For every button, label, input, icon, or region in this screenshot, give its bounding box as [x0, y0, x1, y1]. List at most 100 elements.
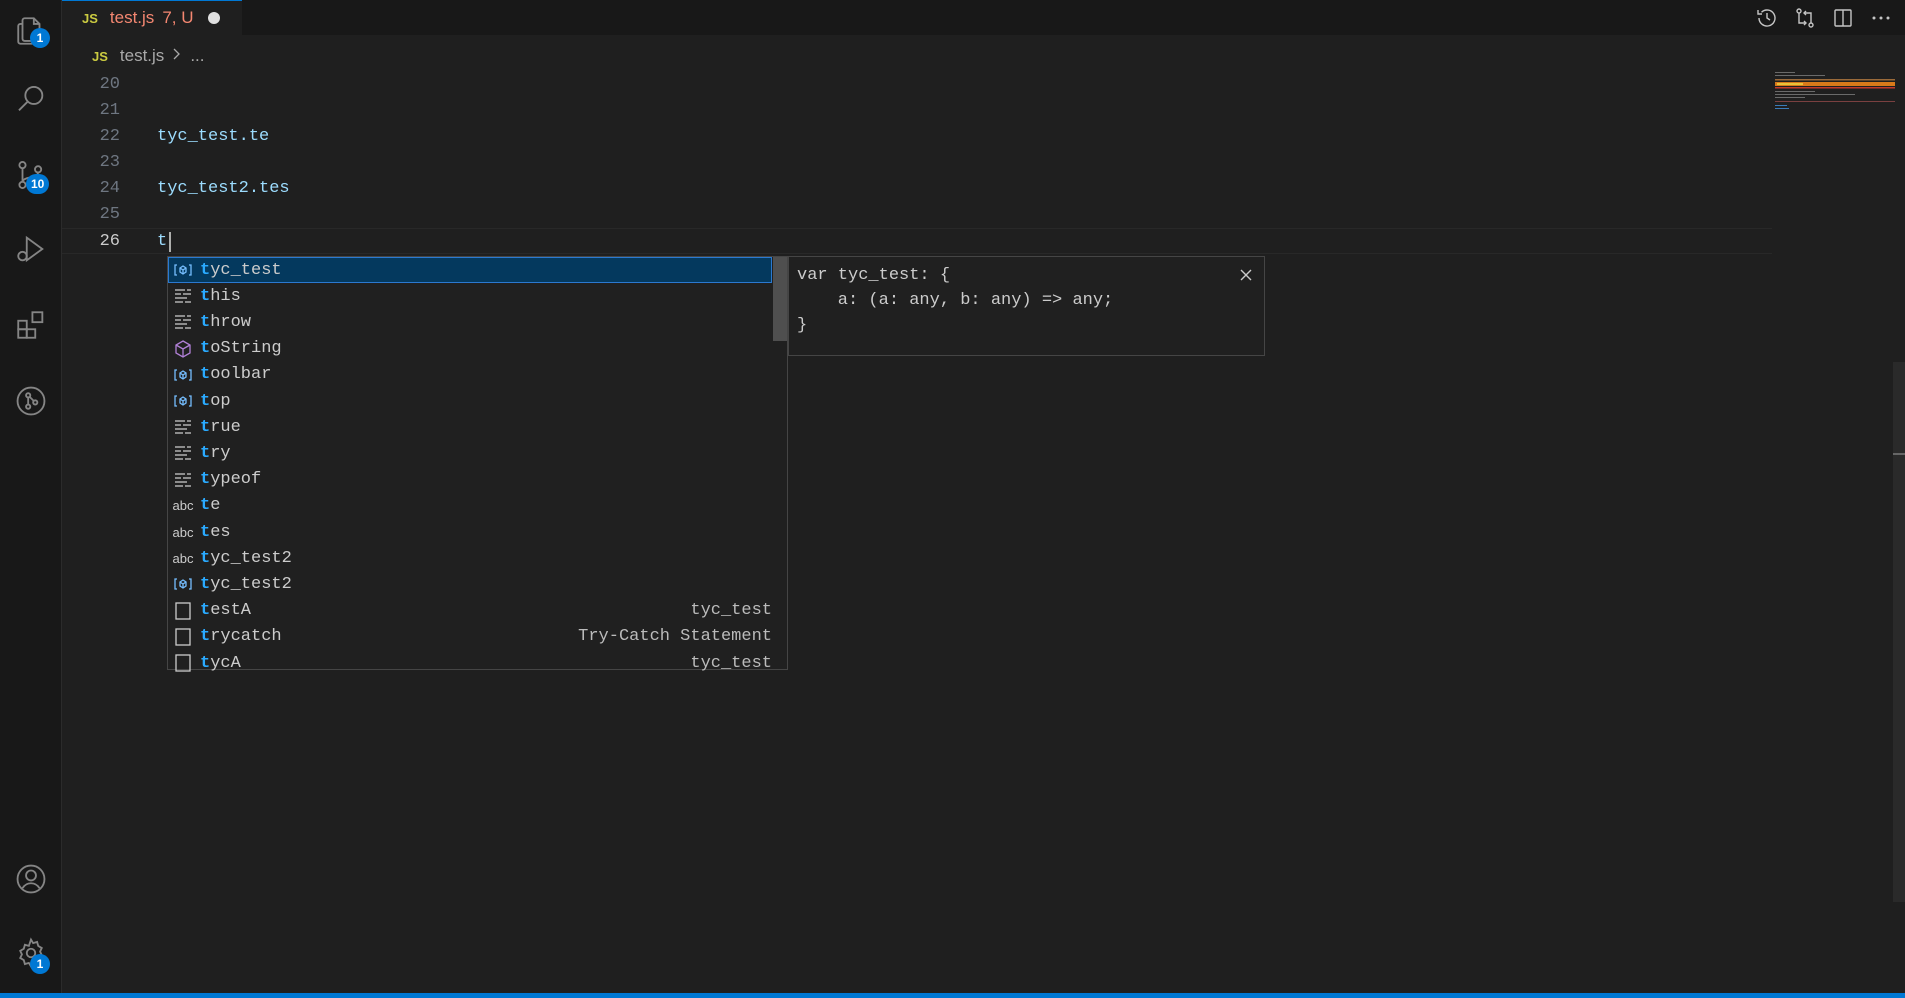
suggestion-detail: tyc_test [690, 601, 772, 621]
suggestion-label: this [200, 287, 772, 306]
extensions-button[interactable] [0, 294, 62, 356]
minimap-preview [1775, 72, 1895, 109]
suggestion-detail: Try-Catch Statement [578, 627, 772, 647]
suggestion-match: t [200, 339, 211, 359]
suggestion-rest: rycatch [210, 627, 282, 647]
compare-changes-icon[interactable] [1793, 6, 1817, 30]
line-number: 24 [99, 179, 120, 198]
suggestion-rest: e [210, 496, 221, 516]
suggestion-rest: his [210, 286, 241, 306]
code-line: 22 tyc_test.te [62, 124, 1772, 150]
accounts-button[interactable] [0, 848, 62, 910]
variable-icon-glyph [174, 369, 192, 381]
suggestion-item[interactable]: trycatch Try-Catch Statement [168, 624, 772, 650]
split-editor-icon[interactable] [1831, 6, 1855, 30]
tab-test-js[interactable]: JS test.js 7, U [62, 0, 242, 35]
suggestion-item[interactable]: typeof [168, 467, 772, 493]
variable-icon [172, 364, 194, 386]
suggestion-match: t [200, 391, 211, 411]
suggestion-rest: estA [210, 601, 252, 621]
suggestion-item[interactable]: abc tyc_test2 [168, 545, 772, 571]
suggestion-item[interactable]: tyc_test [168, 257, 772, 283]
manage-button[interactable]: 1 [0, 922, 62, 984]
suggest-scrollbar[interactable] [773, 257, 787, 341]
explorer-button[interactable]: 1 [0, 0, 62, 62]
line-number: 22 [99, 127, 120, 146]
keyword-icon [172, 469, 194, 491]
source-control-button[interactable]: 10 [0, 144, 62, 206]
tab-bar: JS test.js 7, U [62, 0, 1905, 35]
vertical-scrollbar[interactable] [1893, 362, 1905, 902]
suggestion-item[interactable]: throw [168, 309, 772, 335]
tab-status: 7, U [162, 8, 194, 27]
suggest-widget: tyc_test this throw toString toolbar top true t… [167, 256, 788, 673]
search-icon [18, 86, 44, 111]
scrollbar-cursor-marker [1893, 453, 1905, 455]
suggestion-label: trycatch [200, 627, 578, 646]
suggestion-match: t [200, 443, 211, 463]
suggestion-item[interactable]: abc tes [168, 519, 772, 545]
variable-icon-glyph [174, 578, 192, 591]
keyword-icon [172, 442, 194, 464]
suggestion-rest: oolbar [210, 365, 272, 385]
suggestion-rest: oString [210, 339, 282, 359]
suggestion-label: toolbar [200, 365, 772, 384]
suggestion-label: throw [200, 313, 772, 332]
suggestion-label: testA [200, 601, 690, 620]
suggestion-item[interactable]: abc te [168, 493, 772, 519]
text-cursor [169, 232, 171, 252]
unsaved-dot-icon[interactable] [208, 12, 220, 24]
minimap[interactable] [1775, 70, 1895, 130]
keyword-icon-glyph [175, 420, 191, 434]
status-bar [0, 993, 1905, 998]
timeline-icon[interactable] [1755, 6, 1779, 30]
suggestion-label: tes [200, 523, 772, 542]
code-line: 20 [62, 72, 1772, 98]
suggestion-detail: tyc_test [690, 653, 772, 673]
suggestion-item[interactable]: try [168, 440, 772, 466]
run-debug-icon [17, 235, 44, 263]
suggestion-rest: hrow [210, 312, 252, 332]
search-button[interactable] [0, 68, 62, 130]
suggestion-item[interactable]: tyc_test2 [168, 571, 772, 597]
suggestion-label: tyc_test2 [200, 549, 772, 568]
suggestion-rest: yc_test [210, 260, 282, 280]
explorer-badge: 1 [30, 28, 50, 48]
suggestion-match: t [200, 417, 211, 437]
breadcrumb-file[interactable]: test.js [120, 46, 164, 66]
suggestion-item[interactable]: toString [168, 336, 772, 362]
breadcrumb-more[interactable]: ... [190, 46, 204, 66]
run-debug-button[interactable] [0, 218, 62, 280]
more-actions-icon[interactable] [1869, 6, 1893, 30]
line-code: tyc_test2.tes [157, 179, 290, 198]
suggestion-label: tycA [200, 654, 690, 673]
suggestion-label: tyc_test [200, 261, 772, 280]
suggestion-match: t [200, 260, 211, 280]
suggestion-item[interactable]: true [168, 414, 772, 440]
suggestion-rest: ycA [210, 653, 241, 673]
line-number: 23 [99, 153, 120, 172]
suggestion-rest: ypeof [210, 470, 262, 490]
text-icon-label: abc [172, 524, 194, 540]
code-line: 24 tyc_test2.tes [62, 176, 1772, 202]
keyword-icon-glyph [175, 289, 191, 303]
suggestion-item[interactable]: top [168, 388, 772, 414]
snippet-icon [172, 600, 194, 622]
suggestion-item[interactable]: tycA tyc_test [168, 650, 772, 676]
suggestion-label: true [200, 418, 772, 437]
line-code: tyc_test.te [157, 127, 270, 146]
suggestion-item[interactable]: this [168, 283, 772, 309]
suggestion-item[interactable]: testA tyc_test [168, 598, 772, 624]
suggestion-item[interactable]: toolbar [168, 362, 772, 388]
snippet-icon-glyph [175, 601, 191, 620]
text-icon: abc [172, 495, 194, 517]
js-file-icon: JS [82, 10, 98, 26]
activity-bar: 1 10 1 [0, 0, 62, 993]
git-graph-button[interactable] [0, 370, 62, 432]
suggestion-rest: rue [210, 417, 241, 437]
breadcrumb: JS test.js ... [92, 44, 204, 68]
code-line: 21 [62, 98, 1772, 124]
close-icon[interactable] [1236, 265, 1256, 285]
git-graph-icon [16, 386, 46, 416]
keyword-icon-glyph [175, 446, 191, 461]
